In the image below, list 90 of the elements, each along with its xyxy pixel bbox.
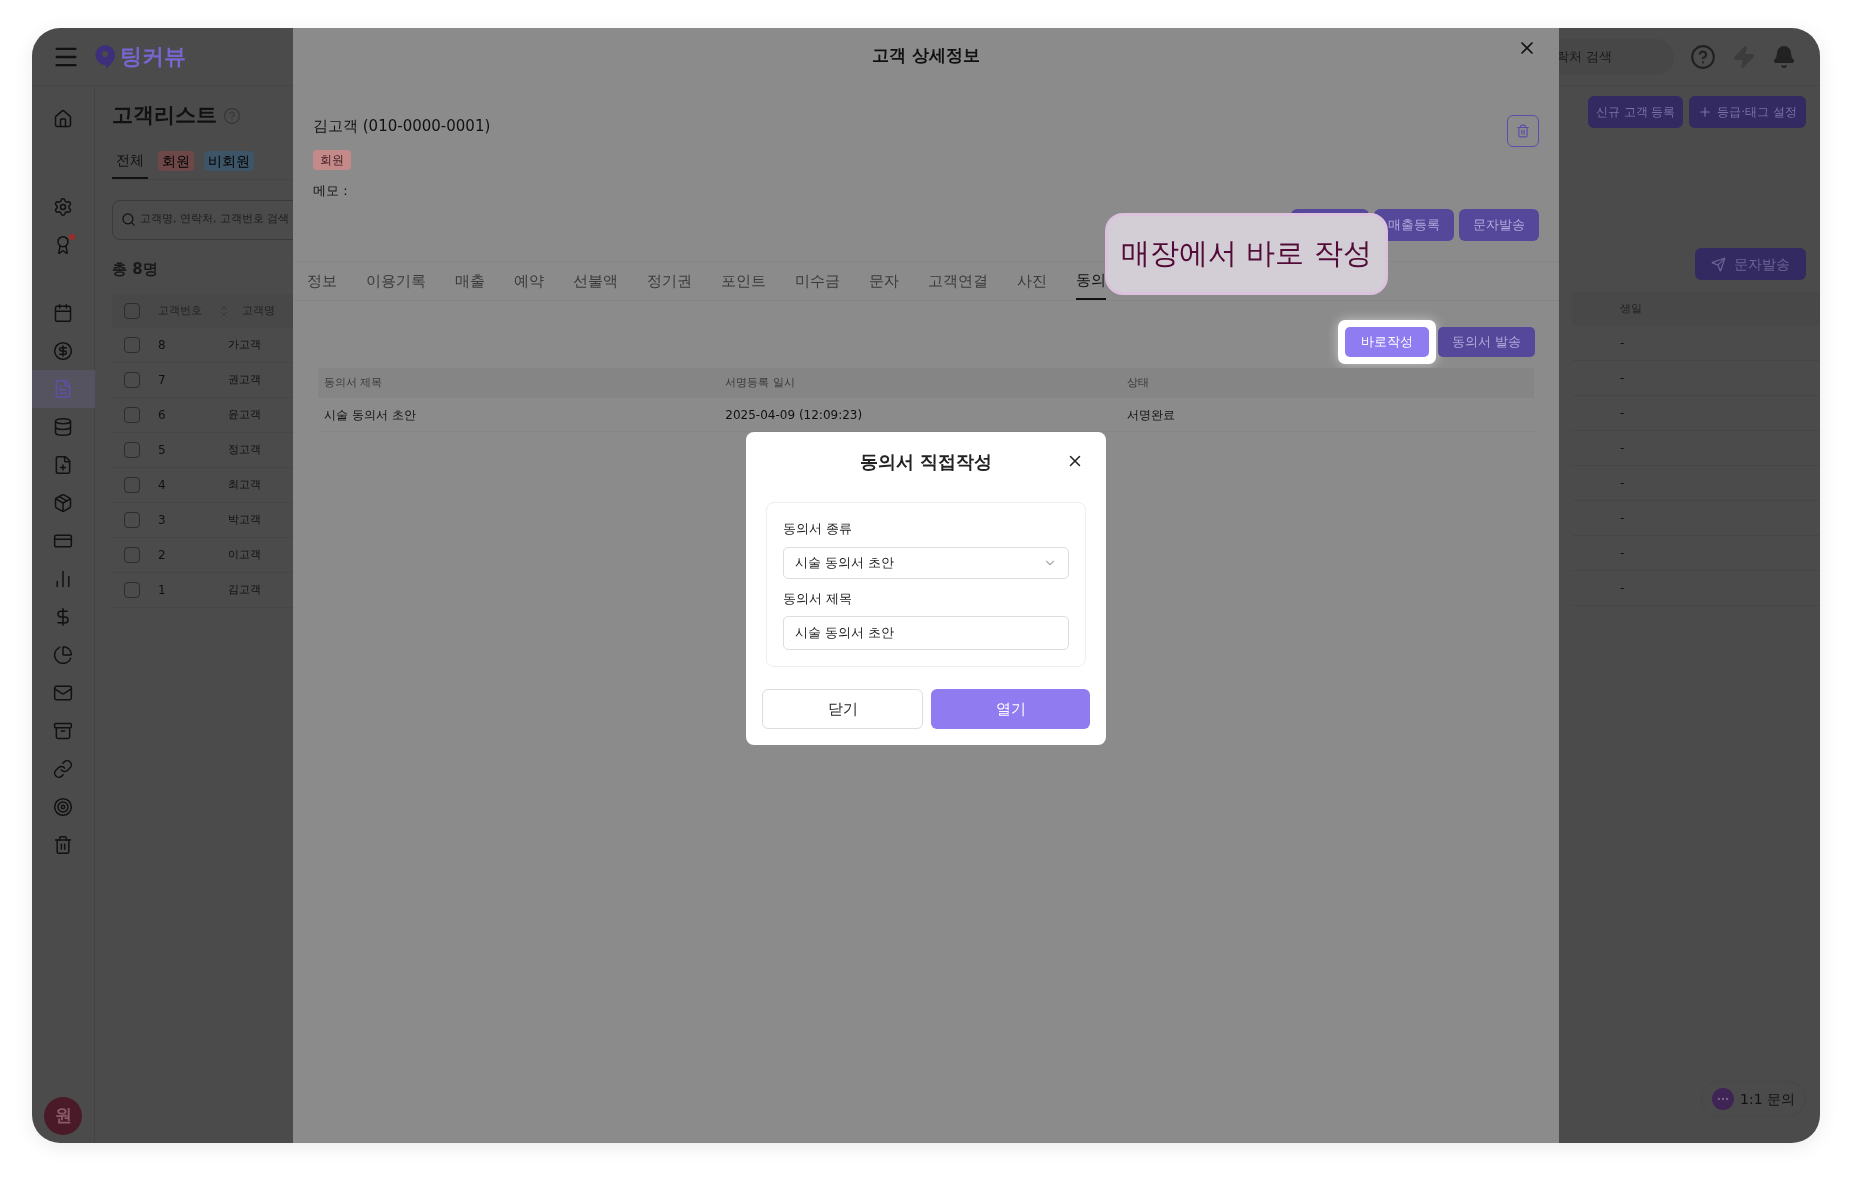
table-cell-text: - — [1620, 580, 1625, 597]
drawer-title: 고객 상세정보 — [872, 44, 980, 68]
grade-tag-button[interactable]: 등급·태그 설정 — [1689, 96, 1806, 128]
detail-tab[interactable]: 사진 — [1017, 262, 1047, 300]
home-icon — [53, 109, 73, 129]
sms-button[interactable]: 문자발송 — [1695, 248, 1806, 280]
memo-label: 메모 : — [313, 181, 349, 200]
user-avatar[interactable]: 원 — [44, 1097, 82, 1135]
send-consent-button[interactable]: 동의서 발송 — [1437, 327, 1535, 357]
trash-icon — [1516, 124, 1530, 138]
type-select[interactable]: 시술 동의서 초안 — [783, 546, 1069, 579]
title-field[interactable]: 시술 동의서 초안 — [783, 616, 1069, 650]
table-cell-text: 6 — [158, 407, 167, 424]
bell-icon[interactable] — [1772, 44, 1796, 69]
send-icon — [1711, 256, 1726, 272]
file-plus-icon — [53, 455, 73, 475]
table-cell-text: 4 — [158, 477, 167, 494]
column-header: 동의서 제목 — [324, 374, 384, 391]
table-cell-text: - — [1620, 510, 1625, 527]
chat-icon — [1712, 1088, 1734, 1110]
row-checkbox[interactable] — [124, 582, 140, 598]
calendar-icon — [53, 303, 73, 323]
row-checkbox[interactable] — [124, 442, 140, 458]
close-button[interactable]: 닫기 — [762, 689, 923, 729]
table-cell-text: - — [1620, 405, 1625, 422]
logo-icon — [94, 43, 116, 70]
document-icon — [53, 379, 73, 399]
sidebar-item[interactable] — [32, 370, 95, 408]
field-label: 동의서 제목 — [783, 589, 854, 608]
row-checkbox[interactable] — [124, 547, 140, 563]
bar-chart-icon — [53, 569, 73, 589]
header-checkbox[interactable] — [124, 303, 140, 319]
column-header: 상태 — [1126, 374, 1150, 391]
table-cell-text: - — [1620, 545, 1625, 562]
table-cell-text: 서명완료 — [1126, 406, 1176, 424]
detail-tab[interactable]: 매출 — [455, 262, 485, 300]
trash-icon — [53, 835, 73, 855]
filter-tab[interactable]: 전체 — [112, 149, 148, 179]
table-cell-text: 시술 동의서 초안 — [324, 406, 417, 424]
action-button[interactable]: 문자발송 — [1459, 209, 1539, 241]
row-checkbox[interactable] — [124, 512, 140, 528]
card-icon — [53, 531, 73, 551]
detail-tab[interactable]: 문자 — [869, 262, 899, 300]
table-cell-text: 5 — [158, 442, 167, 459]
help-icon[interactable] — [1690, 43, 1716, 70]
detail-tab[interactable]: 포인트 — [721, 262, 766, 300]
detail-tab[interactable]: 고객연결 — [928, 262, 988, 300]
table-cell-text: 3 — [158, 512, 167, 529]
write-now-button[interactable]: 바로작성 — [1344, 327, 1429, 357]
table-cell-text: 7 — [158, 372, 167, 389]
detail-tab[interactable]: 정보 — [307, 262, 337, 300]
box-icon — [53, 493, 73, 513]
detail-tab[interactable]: 미수금 — [795, 262, 840, 300]
table-cell-text: - — [1620, 335, 1625, 352]
table-cell-text: - — [1620, 370, 1625, 387]
mail-icon — [53, 683, 73, 703]
detail-tab[interactable]: 선불액 — [573, 262, 618, 300]
archive-icon — [53, 721, 73, 741]
logo-text: 팅커뷰 — [120, 43, 186, 71]
target-icon — [53, 797, 73, 817]
delete-button[interactable] — [1507, 115, 1539, 147]
register-button[interactable]: 신규 고객 등록 — [1587, 96, 1684, 128]
table-cell-text: 1 — [158, 582, 167, 599]
row-checkbox[interactable] — [124, 337, 140, 353]
row-checkbox[interactable] — [124, 372, 140, 388]
customer-name: 김고객 (010-0000-0001) — [313, 116, 491, 137]
row-checkbox[interactable] — [124, 407, 140, 423]
column-header: 서명등록 일시 — [725, 374, 796, 391]
callout-tooltip: 매장에서 바로 작성 — [1105, 213, 1388, 295]
detail-tab[interactable]: 예약 — [514, 262, 544, 300]
link-icon — [53, 759, 73, 779]
row-checkbox[interactable] — [124, 477, 140, 493]
settings-icon — [53, 197, 73, 217]
table-cell-text: 8 — [158, 337, 167, 354]
detail-tab[interactable]: 이용기록 — [366, 262, 426, 300]
open-button[interactable]: 열기 — [931, 689, 1090, 729]
detail-tab[interactable]: 정기권 — [647, 262, 692, 300]
table-cell-text: - — [1620, 440, 1625, 457]
field-label: 동의서 종류 — [783, 520, 854, 538]
database-icon — [53, 417, 73, 437]
member-badge: 회원 — [313, 149, 351, 170]
pie-chart-icon — [53, 645, 73, 665]
table-cell-text: 2 — [158, 547, 167, 564]
page-title: 고객리스트 — [112, 102, 217, 129]
plus-icon — [1698, 105, 1713, 119]
table-cell-text: - — [1620, 475, 1625, 492]
dollar-circle-icon — [53, 341, 73, 361]
table-cell-text: 2025-04-09 (12:09:23) — [725, 406, 864, 424]
dialog-title: 동의서 직접작성 — [859, 449, 993, 474]
search-icon — [121, 212, 136, 227]
